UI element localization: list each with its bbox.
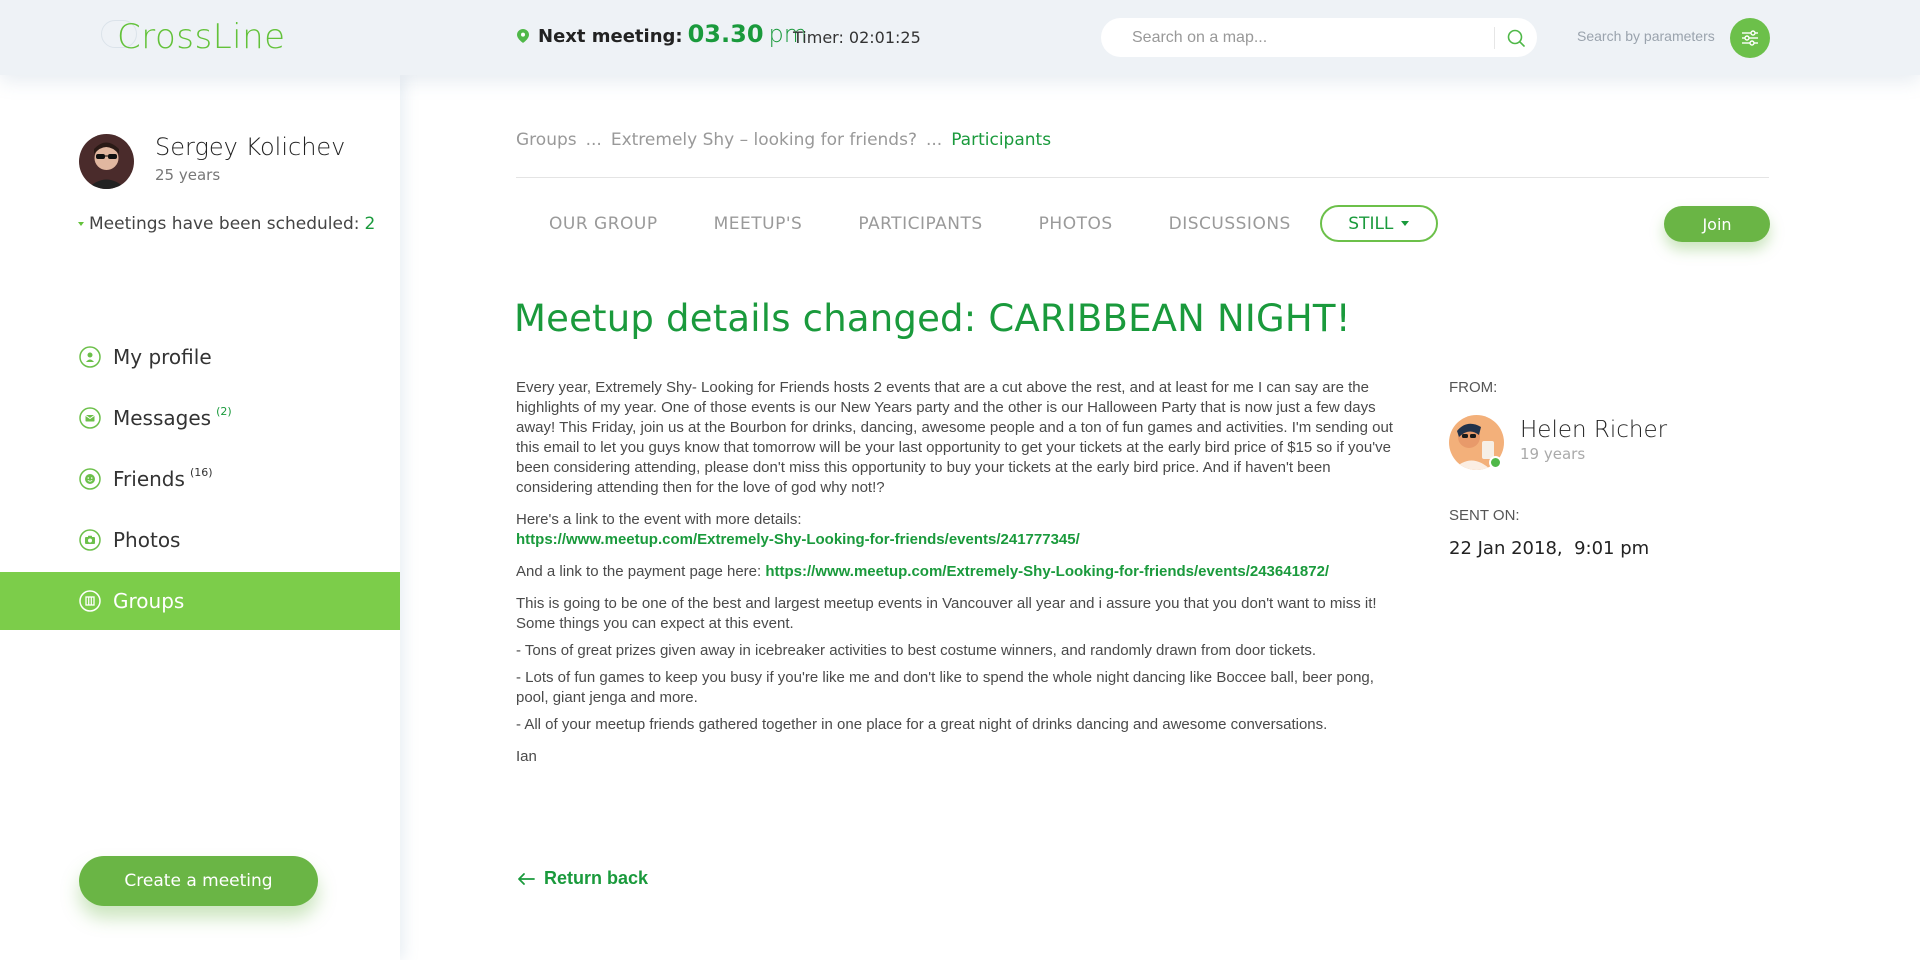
next-meeting-label: Next meeting:: [538, 26, 683, 47]
caret-down-icon: [78, 222, 84, 226]
sidebar-item-label: My profile: [113, 345, 212, 369]
sent-on-label: SENT ON:: [1449, 507, 1520, 524]
sender-age: 19 years: [1520, 445, 1586, 463]
message-body: Every year, Extremely Shy- Looking for F…: [516, 378, 1396, 779]
sidebar-item-friends[interactable]: Friends (16): [0, 450, 400, 508]
tab-still-label: STILL: [1348, 213, 1394, 234]
breadcrumb-separator: ...: [925, 130, 943, 150]
group-tabs: OUR GROUP MEETUP'S PARTICIPANTS PHOTOS D…: [549, 205, 1438, 242]
event-link-label: Here's a link to the event with more det…: [516, 511, 802, 528]
search-params-label[interactable]: Search by parameters: [1577, 28, 1715, 44]
sidebar-item-label: Friends: [113, 467, 185, 491]
top-bar: CrossLine Next meeting: 03.30 pm Timer: …: [0, 0, 1920, 75]
envelope-icon: [79, 407, 101, 429]
user-icon: [79, 346, 101, 368]
search-icon[interactable]: [1505, 27, 1527, 49]
sidebar: Sergey Kolichev 25 years Meetings have b…: [0, 75, 400, 960]
sender-name[interactable]: Helen Richer: [1520, 417, 1667, 443]
avatar[interactable]: [79, 134, 134, 189]
return-back-label: Return back: [544, 868, 649, 888]
search-divider: [1494, 27, 1495, 49]
user-avatar-image: [79, 134, 134, 189]
map-search-input[interactable]: [1101, 18, 1491, 57]
next-meeting: Next meeting: 03.30 pm: [517, 20, 807, 48]
arrow-left-icon: [518, 872, 535, 885]
user-name[interactable]: Sergey Kolichev: [155, 133, 345, 161]
chevron-down-icon: [1401, 221, 1410, 226]
message-paragraph: Every year, Extremely Shy- Looking for F…: [516, 379, 1393, 496]
tab-our-group[interactable]: OUR GROUP: [549, 214, 658, 234]
from-label: FROM:: [1449, 379, 1498, 396]
page-title: Meetup details changed: CARIBBEAN NIGHT!: [514, 297, 1351, 340]
tab-discussions[interactable]: DISCUSSIONS: [1169, 214, 1291, 234]
sliders-icon: [1742, 30, 1758, 46]
message-list-item: - Lots of fun games to keep you busy if …: [516, 669, 1374, 706]
timer: Timer: 02:01:25: [793, 28, 921, 47]
tab-still-dropdown[interactable]: STILL: [1319, 205, 1438, 242]
groups-icon: [79, 590, 101, 612]
scheduled-meetings[interactable]: Meetings have been scheduled: 2: [78, 214, 375, 234]
sidebar-item-photos[interactable]: Photos: [0, 511, 400, 569]
sidebar-item-label: Photos: [113, 528, 181, 552]
message-signature: Ian: [516, 748, 537, 765]
message-list-item: - All of your meetup friends gathered to…: [516, 716, 1328, 733]
logo[interactable]: CrossLine: [117, 17, 286, 57]
join-button[interactable]: Join: [1664, 206, 1770, 242]
next-meeting-time: 03.30: [687, 20, 764, 48]
message-list-item: - Tons of great prizes given away in ice…: [516, 642, 1317, 659]
tab-meetups[interactable]: MEETUP'S: [714, 214, 803, 234]
sidebar-item-groups[interactable]: Groups: [0, 572, 400, 630]
search-params-button[interactable]: [1730, 18, 1770, 58]
breadcrumb-current: Participants: [951, 130, 1052, 150]
breadcrumb-separator: ...: [585, 130, 602, 150]
sidebar-item-messages[interactable]: Messages (2): [0, 389, 400, 447]
payment-link[interactable]: https://www.meetup.com/Extremely-Shy-Loo…: [765, 563, 1329, 580]
messages-count-badge: (2): [216, 404, 232, 418]
sidebar-item-label: Messages: [113, 406, 212, 430]
online-status-indicator: [1489, 456, 1502, 469]
event-link[interactable]: https://www.meetup.com/Extremely-Shy-Loo…: [516, 531, 1080, 548]
smile-icon: [79, 468, 101, 490]
return-back-link[interactable]: Return back: [516, 868, 648, 889]
scheduled-label: Meetings have been scheduled:: [89, 214, 360, 234]
breadcrumb: Groups ... Extremely Shy – looking for f…: [516, 130, 1060, 150]
sidebar-item-my-profile[interactable]: My profile: [0, 328, 400, 386]
sidebar-nav: My profile Messages (2) Friends (16) Pho…: [0, 328, 400, 633]
sidebar-item-label: Groups: [113, 589, 185, 613]
camera-icon: [79, 529, 101, 551]
message-paragraph: This is going to be one of the best and …: [516, 595, 1377, 632]
user-age: 25 years: [155, 166, 221, 184]
map-search: [1101, 18, 1537, 57]
payment-link-label: And a link to the payment page here:: [516, 563, 762, 580]
tab-photos[interactable]: PHOTOS: [1039, 214, 1113, 234]
divider: [516, 177, 1769, 178]
message-paragraph: And a link to the payment page here: htt…: [516, 562, 1396, 582]
breadcrumb-groups[interactable]: Groups: [516, 130, 577, 150]
sent-on-date: 22 Jan 2018, 9:01 pm: [1449, 538, 1650, 559]
location-pin-icon: [517, 29, 529, 43]
breadcrumb-group[interactable]: Extremely Shy – looking for friends?: [611, 130, 917, 150]
message-paragraph: Here's a link to the event with more det…: [516, 510, 1396, 550]
create-meeting-button[interactable]: Create a meeting: [79, 856, 318, 906]
scheduled-count: 2: [364, 214, 376, 234]
tab-participants[interactable]: PARTICIPANTS: [858, 214, 982, 234]
friends-count-badge: (16): [189, 465, 213, 479]
